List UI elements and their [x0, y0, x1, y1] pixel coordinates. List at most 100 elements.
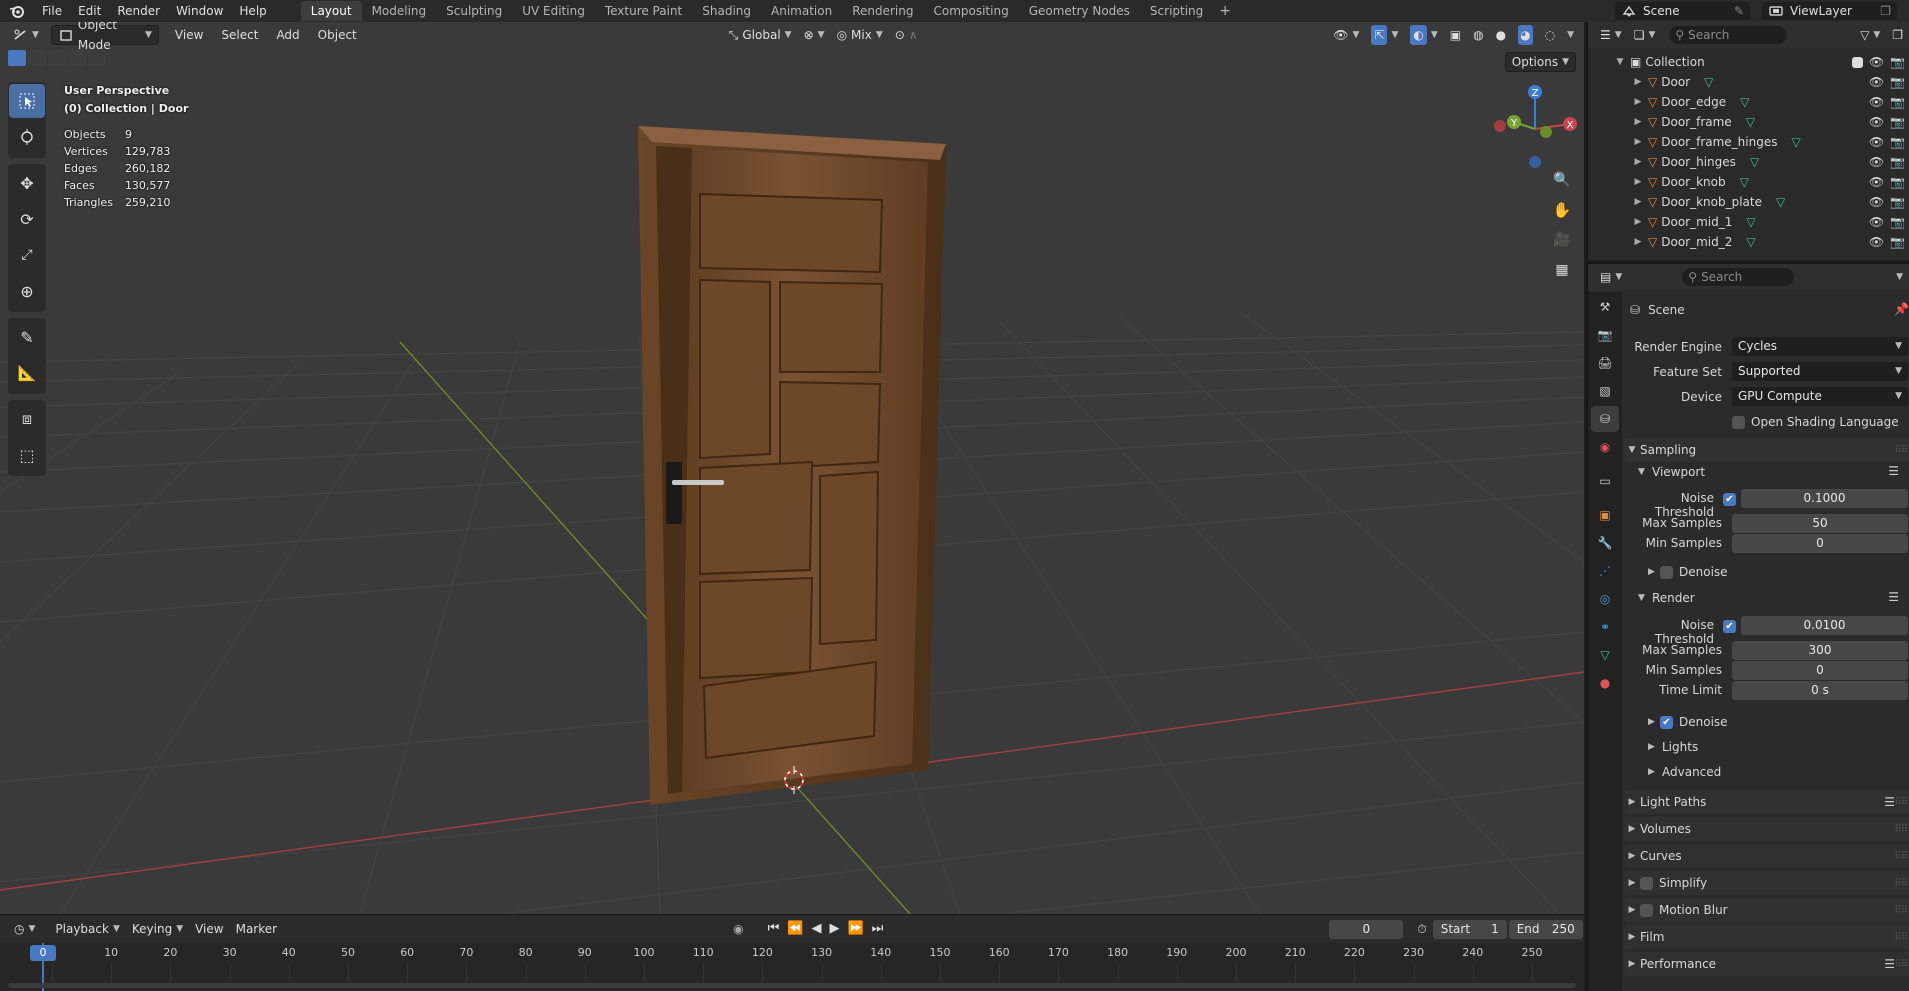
auto-keying-button[interactable]: ◉ — [727, 919, 749, 939]
scale-tool[interactable]: ⤢ — [9, 238, 45, 272]
tab-particles[interactable]: ⋰ — [1591, 558, 1619, 584]
jump-start-icon[interactable]: ⏮ — [768, 919, 780, 939]
camera-icon[interactable]: 📷 — [1890, 155, 1905, 169]
add-cube-tool[interactable]: ⧈ — [9, 402, 45, 436]
eye-icon[interactable]: 👁 — [1869, 115, 1884, 129]
tab-sculpting[interactable]: Sculpting — [436, 1, 512, 21]
outliner-object-row[interactable]: ▶ ▽ Door_knob_plate ▽ 👁 📷 — [1588, 192, 1909, 212]
preset-list-icon[interactable]: ☰ — [1888, 590, 1899, 604]
osl-checkbox[interactable] — [1732, 415, 1745, 429]
copy-icon[interactable]: ❐ — [1880, 2, 1891, 20]
collapsed-arrow-icon[interactable]: ▶ — [1632, 137, 1644, 147]
transform-tool[interactable]: ⊕ — [9, 274, 45, 308]
viewport-subpanel-header[interactable]: ▼ Viewport — [1638, 462, 1705, 482]
eye-icon[interactable]: 👁 — [1869, 195, 1884, 209]
playhead-frame-badge[interactable]: 0 — [30, 945, 56, 961]
move-tool[interactable]: ✥ — [9, 166, 45, 200]
blender-logo-icon[interactable] — [0, 0, 34, 22]
select-box-tool[interactable] — [9, 84, 45, 118]
collapsed-arrow-icon[interactable]: ▶ — [1632, 77, 1644, 87]
options-dropdown[interactable]: Options ▼ — [1504, 52, 1576, 72]
shading-rendered-button[interactable]: ◌ — [1539, 25, 1561, 45]
add-workspace-button[interactable]: + — [1213, 3, 1237, 19]
menu-object[interactable]: Object — [312, 25, 363, 45]
stopwatch-button[interactable]: ⏱ — [1411, 919, 1432, 939]
osl-row[interactable]: Open Shading Language — [1732, 412, 1899, 432]
xray-toggle[interactable]: ▣ — [1444, 25, 1467, 45]
expand-arrow-icon[interactable]: ▼ — [1614, 57, 1626, 67]
gizmo-neg-z-axis[interactable] — [1529, 156, 1541, 168]
new-collection-button[interactable]: ❐ — [1886, 25, 1909, 45]
eye-icon[interactable]: 👁 — [1869, 175, 1884, 189]
tab-modifiers[interactable]: 🔧 — [1591, 530, 1619, 556]
panel-light-paths[interactable]: ▶ Light Paths ☰ ⠿⠿ — [1624, 790, 1909, 814]
exclude-checkbox[interactable] — [1851, 56, 1863, 68]
feature-set-select[interactable]: Supported ▼ — [1732, 362, 1908, 381]
advanced-subpanel[interactable]: ▶ Advanced — [1648, 762, 1721, 782]
viewport-noise-threshold-field[interactable]: 0.1000 — [1741, 489, 1908, 508]
tab-constraints[interactable]: ⚭ — [1591, 614, 1619, 640]
next-keyframe-icon[interactable]: ⏩ — [847, 919, 863, 939]
add-object-tool[interactable]: ⬚ — [9, 438, 45, 472]
menu-keying[interactable]: Keying ▼ — [126, 919, 189, 939]
tab-uv-editing[interactable]: UV Editing — [512, 1, 595, 21]
render-engine-select[interactable]: Cycles ▼ — [1732, 337, 1908, 356]
eye-icon[interactable]: 👁 — [1869, 55, 1884, 69]
tab-animation[interactable]: Animation — [761, 1, 842, 21]
outliner-object-row[interactable]: ▶ ▽ Door_mid_2 ▽ 👁 📷 — [1588, 232, 1909, 252]
viewport-min-samples-field[interactable]: 0 — [1732, 534, 1908, 553]
menu-edit[interactable]: Edit — [70, 0, 109, 22]
device-select[interactable]: GPU Compute ▼ — [1732, 387, 1908, 406]
menu-view[interactable]: View — [189, 919, 229, 939]
tab-shading[interactable]: Shading — [692, 1, 761, 21]
panel-performance[interactable]: ▶ Performance ☰ ⠿⠿ — [1624, 952, 1909, 976]
drag-handle-icon[interactable]: ⠿⠿ — [1894, 851, 1908, 862]
sampling-panel-header[interactable]: ▼ Sampling ⠿⠿ — [1624, 438, 1909, 462]
visibility-dropdown[interactable]: 👁 ▼ — [1327, 25, 1365, 45]
collapsed-arrow-icon[interactable]: ▶ — [1632, 237, 1644, 247]
tab-scripting[interactable]: Scripting — [1140, 1, 1213, 21]
render-denoise-checkbox[interactable]: ✔ — [1660, 715, 1673, 729]
tab-scene[interactable]: ⛁ — [1591, 406, 1619, 432]
collection-row[interactable]: ▼ ▣ Collection 👁 📷 — [1588, 52, 1909, 72]
object-mode-dropdown[interactable]: Object Mode ▼ — [50, 22, 159, 52]
lights-subpanel[interactable]: ▶ Lights — [1648, 737, 1698, 757]
drag-handle-icon[interactable]: ⠿⠿ — [1894, 878, 1908, 889]
camera-view-button[interactable]: 🎥 — [1548, 226, 1576, 254]
outliner-object-row[interactable]: ▶ ▽ Door_mid_1 ▽ 👁 📷 — [1588, 212, 1909, 232]
outliner-object-row[interactable]: ▶ ▽ Door ▽ 👁 📷 — [1588, 72, 1909, 92]
eye-icon[interactable]: 👁 — [1869, 215, 1884, 229]
pan-button[interactable]: ✋ — [1548, 196, 1576, 224]
collapsed-arrow-icon[interactable]: ▶ — [1632, 97, 1644, 107]
tab-layout[interactable]: Layout — [300, 1, 362, 21]
select-subtract-icon[interactable] — [48, 50, 66, 66]
camera-icon[interactable]: 📷 — [1890, 95, 1905, 109]
tab-world[interactable]: ◉ — [1591, 434, 1619, 460]
panel-volumes[interactable]: ▶ Volumes ⠿⠿ — [1624, 817, 1909, 841]
shading-wireframe-button[interactable]: ◍ — [1467, 25, 1489, 45]
proportional-editing-button[interactable]: ⊙ ∧ — [889, 25, 924, 45]
shading-solid-button[interactable]: ● — [1490, 25, 1512, 45]
outliner-object-row[interactable]: ▶ ▽ Door_edge ▽ 👁 📷 — [1588, 92, 1909, 112]
camera-icon[interactable]: 📷 — [1890, 235, 1905, 249]
timeline-editor-type[interactable]: ◷ ▼ — [8, 919, 41, 939]
eye-icon[interactable]: 👁 — [1869, 95, 1884, 109]
mesh-data-icon[interactable]: ▽ — [1750, 155, 1759, 169]
rotate-tool[interactable]: ⟳ — [9, 202, 45, 236]
collapsed-arrow-icon[interactable]: ▶ — [1632, 157, 1644, 167]
panel-enable-checkbox[interactable] — [1640, 903, 1653, 917]
timeline-scrollbar[interactable] — [8, 983, 1576, 988]
preset-list-icon[interactable]: ☰ — [1888, 464, 1899, 478]
render-subpanel-header[interactable]: ▼ Render — [1638, 588, 1695, 608]
overlay-toggle[interactable]: ◐ ▼ — [1404, 25, 1443, 45]
collapsed-arrow-icon[interactable]: ▶ — [1632, 197, 1644, 207]
tab-output[interactable]: 🖨 — [1591, 350, 1619, 376]
tab-physics[interactable]: ◎ — [1591, 586, 1619, 612]
camera-icon[interactable]: 📷 — [1890, 215, 1905, 229]
mesh-data-icon[interactable]: ▽ — [1776, 195, 1785, 209]
measure-tool[interactable]: 📐 — [9, 356, 45, 390]
tab-material[interactable]: ● — [1591, 670, 1619, 696]
mesh-data-icon[interactable]: ▽ — [1791, 135, 1800, 149]
render-noise-threshold-checkbox[interactable]: ✔ — [1723, 620, 1736, 633]
gizmo-neg-y-axis[interactable] — [1540, 126, 1552, 138]
